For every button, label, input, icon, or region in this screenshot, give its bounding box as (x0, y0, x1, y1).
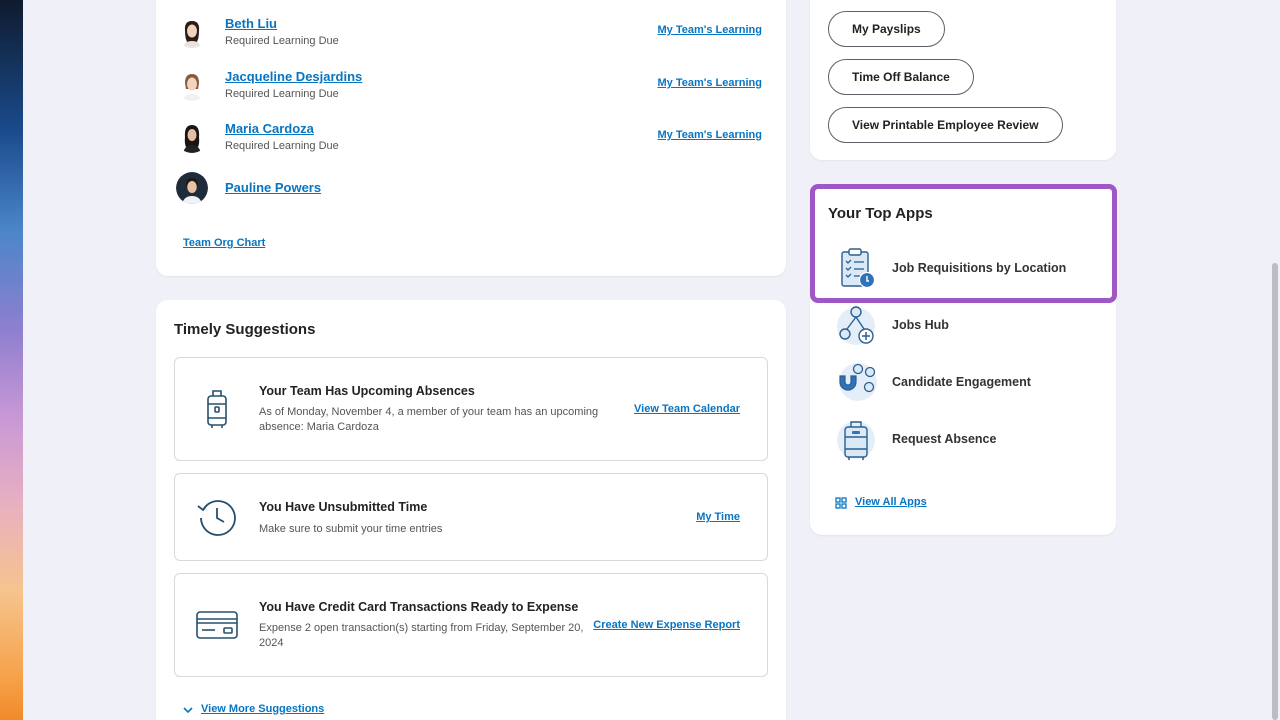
app-request-absence[interactable]: Request Absence (834, 417, 1104, 463)
app-label: Jobs Hub (892, 318, 949, 332)
top-apps-card: Your Top Apps Job Requisitions by Locati… (810, 185, 1116, 535)
section-title: Timely Suggestions (174, 321, 316, 338)
app-jobs-hub[interactable]: Jobs Hub (834, 303, 1104, 349)
team-member-row: Beth Liu Required Learning Due My Team's… (176, 16, 766, 56)
team-member-row: Pauline Powers (176, 172, 766, 212)
my-teams-learning-link[interactable]: My Team's Learning (658, 129, 763, 141)
suggestion-body: Expense 2 open transaction(s) starting f… (259, 622, 584, 649)
suggestion-item: Your Team Has Upcoming Absences As of Mo… (174, 357, 768, 461)
app-label: Request Absence (892, 432, 997, 446)
magnet-people-icon (834, 360, 880, 406)
avatar (176, 121, 208, 153)
team-member-status: Required Learning Due (225, 140, 339, 152)
scrollbar-thumb[interactable] (1272, 263, 1278, 720)
app-candidate-engagement[interactable]: Candidate Engagement (834, 360, 1104, 406)
luggage-icon (834, 417, 880, 463)
credit-card-icon (195, 603, 239, 647)
team-member-status: Required Learning Due (225, 88, 339, 100)
app-label: Job Requisitions by Location (892, 261, 1067, 275)
my-payslips-button[interactable]: My Payslips (828, 11, 945, 47)
team-member-name[interactable]: Maria Cardoza (225, 121, 314, 136)
luggage-icon (195, 387, 239, 431)
view-printable-employee-review-button[interactable]: View Printable Employee Review (828, 107, 1063, 143)
avatar (176, 69, 208, 101)
chevron-down-icon (182, 704, 194, 716)
view-more-suggestions-label: View More Suggestions (201, 703, 325, 715)
clipboard-icon (834, 246, 880, 292)
suggestion-item: You Have Unsubmitted Time Make sure to s… (174, 473, 768, 561)
quick-actions-card: My Payslips Time Off Balance View Printa… (810, 0, 1116, 160)
app-label: Candidate Engagement (892, 375, 1031, 389)
team-card: Beth Liu Required Learning Due My Team's… (156, 0, 786, 276)
scrollbar[interactable] (1270, 0, 1280, 720)
time-off-balance-button[interactable]: Time Off Balance (828, 59, 974, 95)
my-time-link[interactable]: My Time (696, 511, 740, 523)
team-member-row: Maria Cardoza Required Learning Due My T… (176, 121, 766, 161)
avatar (176, 16, 208, 48)
top-apps-title: Your Top Apps (828, 205, 933, 222)
grid-icon (835, 497, 847, 509)
team-member-row: Jacqueline Desjardins Required Learning … (176, 69, 766, 109)
app-job-requisitions[interactable]: Job Requisitions by Location (834, 246, 1104, 292)
team-member-name[interactable]: Pauline Powers (225, 180, 321, 195)
left-edge-gradient (0, 0, 23, 720)
view-all-apps-label: View All Apps (855, 496, 927, 508)
team-member-name[interactable]: Beth Liu (225, 16, 277, 31)
suggestion-item: You Have Credit Card Transactions Ready … (174, 573, 768, 677)
create-new-expense-report-link[interactable]: Create New Expense Report (593, 619, 740, 631)
suggestion-body: Make sure to submit your time entries (259, 523, 443, 535)
clock-history-icon (195, 496, 239, 540)
my-teams-learning-link[interactable]: My Team's Learning (658, 77, 763, 89)
org-network-icon (834, 303, 880, 349)
avatar (176, 172, 208, 204)
suggestion-body: As of Monday, November 4, a member of yo… (259, 406, 599, 433)
suggestion-title: You Have Credit Card Transactions Ready … (259, 600, 579, 614)
team-member-status: Required Learning Due (225, 35, 339, 47)
team-org-chart-link[interactable]: Team Org Chart (183, 237, 265, 249)
suggestion-title: Your Team Has Upcoming Absences (259, 384, 475, 398)
team-member-name[interactable]: Jacqueline Desjardins (225, 69, 362, 84)
suggestion-title: You Have Unsubmitted Time (259, 500, 428, 514)
view-team-calendar-link[interactable]: View Team Calendar (634, 403, 740, 415)
timely-suggestions-card: Timely Suggestions Your Team Has Upcomin… (156, 300, 786, 720)
my-teams-learning-link[interactable]: My Team's Learning (658, 24, 763, 36)
